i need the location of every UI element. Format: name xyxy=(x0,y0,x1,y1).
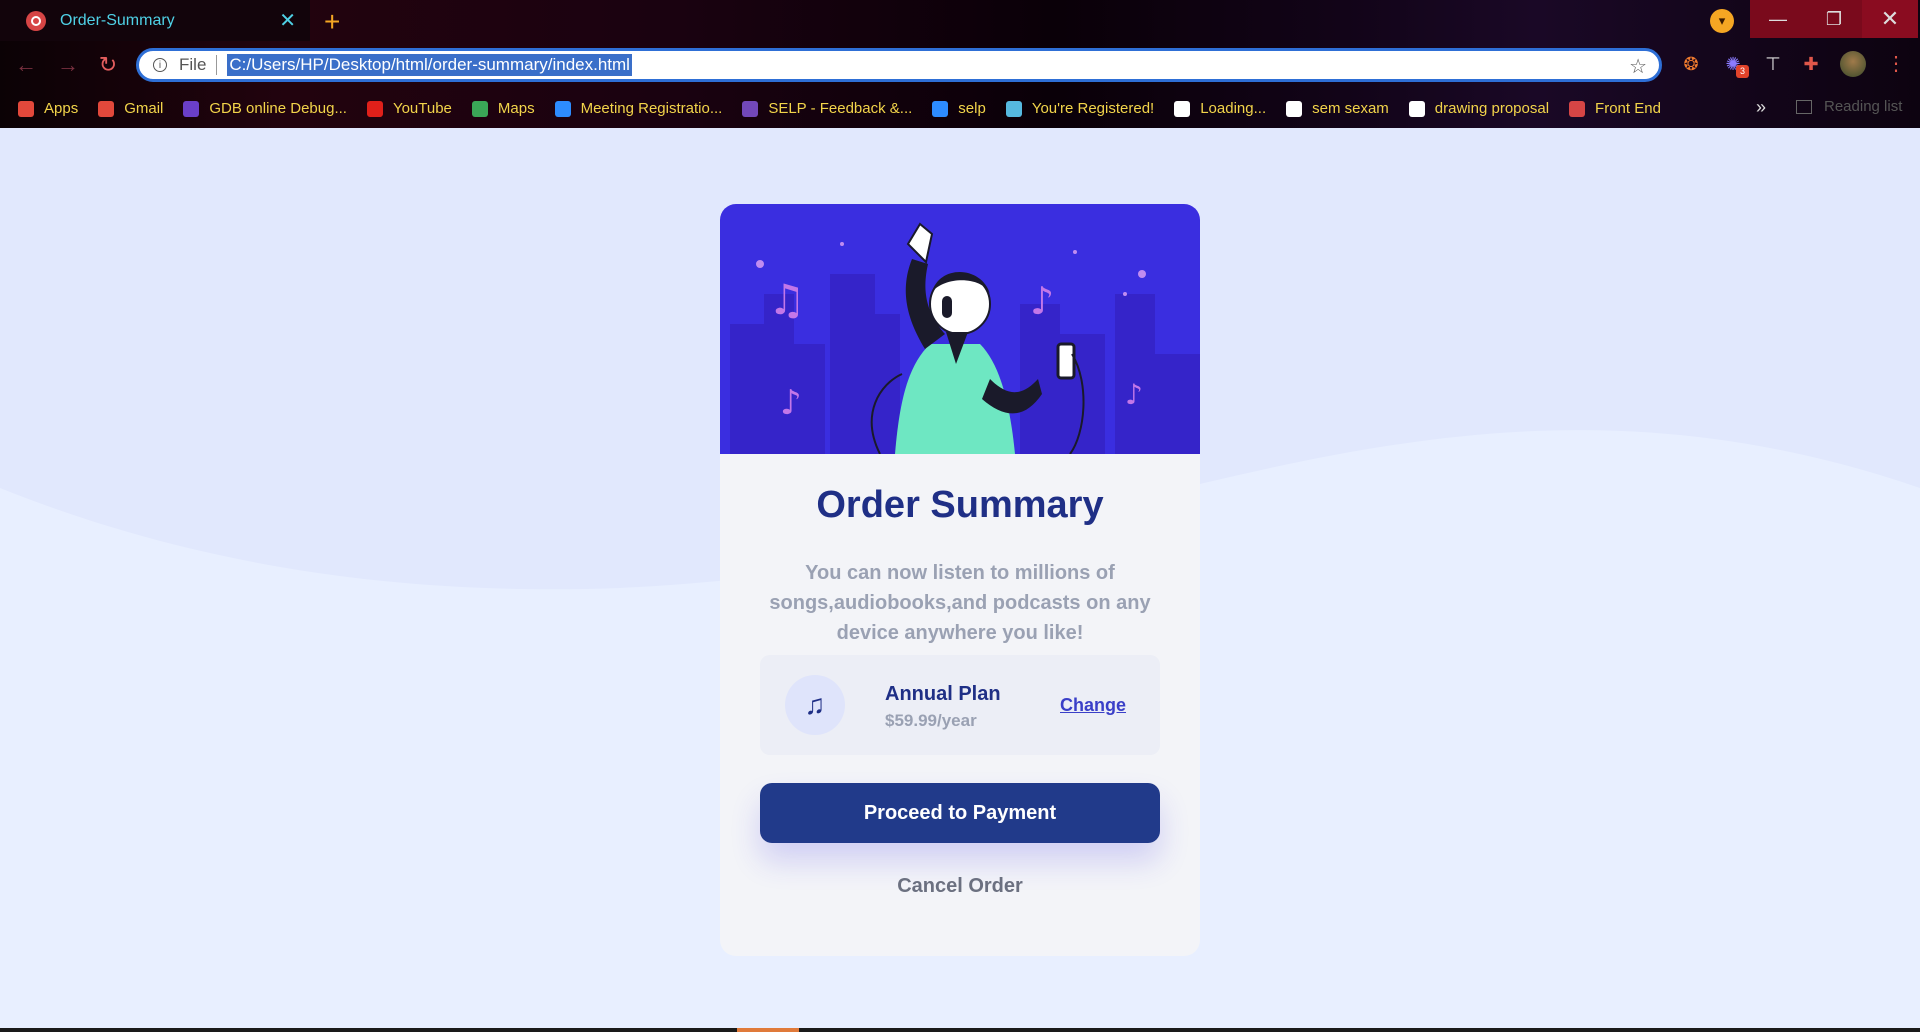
profile-menu-icon[interactable]: ▾ xyxy=(1710,9,1734,33)
bookmark-label: YouTube xyxy=(392,100,452,117)
bookmark-star-icon[interactable]: ☆ xyxy=(1629,54,1647,79)
svg-text:♪: ♪ xyxy=(780,383,802,423)
page-icon xyxy=(1174,100,1191,117)
bookmarks-overflow-button[interactable]: » xyxy=(1756,97,1766,118)
bookmark-item[interactable]: Meeting Registratio... xyxy=(554,100,723,117)
bookmark-label: selp xyxy=(958,100,986,117)
forms-icon xyxy=(742,100,759,117)
extension-count-badge: 3 xyxy=(1736,65,1749,78)
omnibox-separator xyxy=(216,55,218,75)
zoom-icon xyxy=(932,100,949,117)
hero-illustration: ♫ ♪ ♪ ♪ xyxy=(720,204,1200,454)
maps-icon xyxy=(471,100,488,117)
bookmark-label: Apps xyxy=(44,100,79,117)
bookmark-item[interactable]: Apps xyxy=(18,100,78,117)
bookmark-label: SELP - Feedback &... xyxy=(768,100,913,117)
apps-grid-icon xyxy=(18,100,34,117)
bookmark-item[interactable]: YouTube xyxy=(366,100,452,117)
maximize-button[interactable]: ❐ xyxy=(1806,0,1862,38)
bookmark-item[interactable]: Loading... xyxy=(1174,100,1266,117)
cancel-order-button[interactable]: Cancel Order xyxy=(760,866,1160,906)
bookmark-item[interactable]: SELP - Feedback &... xyxy=(742,100,912,117)
plan-price: $59.99/year xyxy=(885,711,977,730)
url-text[interactable]: C:/Users/HP/Desktop/html/order-summary/i… xyxy=(227,54,632,76)
plan-name: Annual Plan xyxy=(885,683,1001,705)
exam-icon xyxy=(1286,100,1303,117)
info-icon[interactable]: i xyxy=(153,58,167,72)
svg-text:♪: ♪ xyxy=(1030,279,1054,323)
bookmark-item[interactable]: Front End xyxy=(1569,100,1661,117)
bookmark-item[interactable]: Gmail xyxy=(98,100,163,117)
tab-order-summary[interactable]: Order-Summary ✕ xyxy=(0,0,310,41)
tab-bar: Order-Summary ✕ + ▾ — ❐ ✕ xyxy=(0,0,1920,41)
bookmark-label: You're Registered! xyxy=(1031,100,1155,117)
bookmark-item[interactable]: You're Registered! xyxy=(1005,100,1155,117)
globe-icon xyxy=(26,10,46,31)
reload-icon[interactable]: ↻ xyxy=(96,53,120,77)
browser-chrome: Order-Summary ✕ + ▾ — ❐ ✕ ← → ↻ i File C… xyxy=(0,0,1920,128)
url-scheme: File xyxy=(179,55,207,74)
close-icon[interactable]: ✕ xyxy=(279,8,296,33)
change-plan-link[interactable]: Change xyxy=(1060,695,1126,716)
bookmark-label: Gmail xyxy=(124,100,164,117)
new-tab-button[interactable]: + xyxy=(324,6,340,38)
globe-icon xyxy=(1569,100,1586,117)
bookmark-item[interactable]: sem sexam xyxy=(1286,100,1389,117)
plan-summary: ♫ Annual Plan $59.99/year Change xyxy=(760,655,1160,755)
avatar[interactable] xyxy=(1840,51,1866,77)
bookmark-label: Meeting Registratio... xyxy=(580,100,723,117)
proceed-to-payment-button[interactable]: Proceed to Payment xyxy=(760,783,1160,843)
taskbar-strip xyxy=(0,1028,1920,1032)
forward-icon[interactable]: → xyxy=(56,53,80,77)
registered-icon xyxy=(1005,100,1022,117)
extension-badge-icon[interactable]: ✺ 3 xyxy=(1722,53,1749,78)
taskbar-highlight xyxy=(737,1028,799,1032)
kebab-menu-icon[interactable]: ⋮ xyxy=(1886,51,1906,76)
bookmark-item[interactable]: selp xyxy=(932,100,986,117)
window-close-button[interactable]: ✕ xyxy=(1862,0,1918,38)
music-note-icon: ♫ xyxy=(785,675,845,735)
extension-hammer-icon[interactable]: ⊤ xyxy=(1762,53,1784,75)
bookmark-item[interactable]: GDB online Debug... xyxy=(183,100,347,117)
minimize-button[interactable]: — xyxy=(1750,0,1806,38)
zoom-icon xyxy=(554,100,571,117)
bookmark-label: Maps xyxy=(497,100,535,117)
extensions-puzzle-icon[interactable]: ✚ xyxy=(1800,53,1822,75)
bookmarks-bar: Apps Gmail GDB online Debug... YouTube Maps M… xyxy=(0,89,1920,128)
svg-text:♫: ♫ xyxy=(768,275,806,324)
reading-list-icon xyxy=(1796,99,1812,114)
gmail-icon xyxy=(98,100,115,117)
doc-icon xyxy=(1408,100,1425,117)
bookmark-label: GDB online Debug... xyxy=(209,100,347,117)
svg-text:♪: ♪ xyxy=(1125,378,1143,411)
extension-flame-icon[interactable]: ❂ xyxy=(1680,53,1702,75)
bookmark-label: drawing proposal xyxy=(1434,100,1550,117)
youtube-icon xyxy=(366,100,383,117)
bookmark-item[interactable]: Maps xyxy=(471,100,535,117)
browser-toolbar: ← → ↻ i File C:/Users/HP/Desktop/html/or… xyxy=(0,41,1920,89)
address-bar[interactable]: i File C:/Users/HP/Desktop/html/order-su… xyxy=(136,48,1662,82)
back-icon[interactable]: ← xyxy=(14,53,38,77)
bookmark-item[interactable]: drawing proposal xyxy=(1408,100,1550,117)
gdb-icon xyxy=(183,100,200,117)
reading-list-label: Reading list xyxy=(1824,98,1903,115)
reading-list-button[interactable]: Reading list xyxy=(1796,98,1902,115)
card-description: You can now listen to millions of songs,… xyxy=(769,562,1151,644)
bookmark-label: Front End xyxy=(1595,100,1661,117)
bookmark-label: sem sexam xyxy=(1312,100,1389,117)
tab-title: Order-Summary xyxy=(60,11,175,29)
order-summary-card: ♫ ♪ ♪ ♪ Order Summary You can now listen… xyxy=(720,204,1200,956)
page-viewport: ♫ ♪ ♪ ♪ Order Summary You can now listen… xyxy=(0,128,1920,1032)
page-title: Order Summary xyxy=(816,484,1104,526)
bookmark-label: Loading... xyxy=(1200,100,1267,117)
